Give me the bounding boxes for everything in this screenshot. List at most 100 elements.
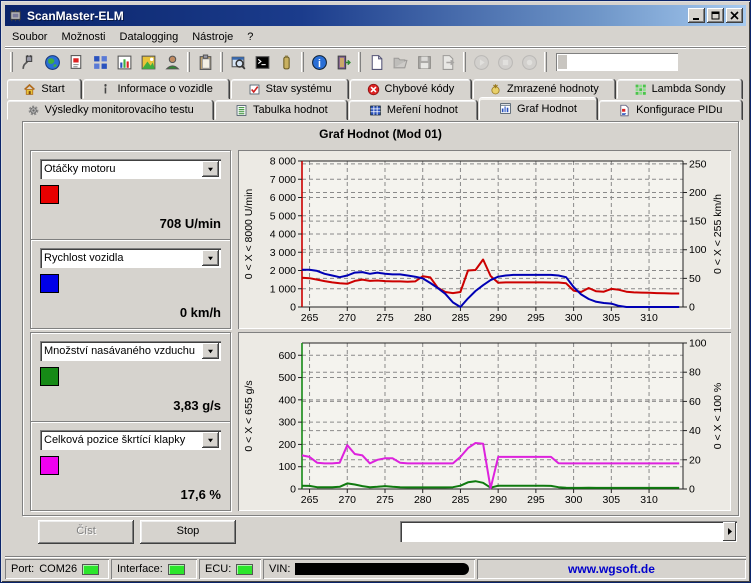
- chevron-down-icon[interactable]: [202, 432, 219, 448]
- chart-svg: 01 0002 0003 0004 0005 0006 0007 0008 00…: [240, 152, 729, 327]
- menu-bar: SouborMožnostiDataloggingNástroje?: [5, 28, 746, 47]
- tab-label: Konfigurace PIDu: [636, 104, 722, 116]
- info-circle-toolbar-button[interactable]: i: [307, 51, 331, 74]
- svg-text:270: 270: [339, 494, 357, 506]
- search-toolbar-button[interactable]: [226, 51, 250, 74]
- svg-text:275: 275: [376, 494, 394, 506]
- tab-graf-hodnot[interactable]: Graf Hodnot: [479, 97, 596, 120]
- battery-toolbar-button[interactable]: [274, 51, 298, 74]
- chevron-down-icon[interactable]: [202, 343, 219, 359]
- minimize-button[interactable]: [688, 8, 705, 23]
- status-ecu-panel: ECU:: [199, 559, 261, 579]
- status-bar: Port: COM26 Interface: ECU: VIN: www.wgs…: [5, 556, 746, 579]
- chart-bottom-panel: 0100200300400500600020406080100265270275…: [238, 332, 731, 511]
- toolbar-separator: [220, 52, 223, 72]
- parameter-value: 0 km/h: [40, 305, 221, 322]
- read-button[interactable]: Číst: [38, 520, 134, 544]
- svg-text:295: 295: [527, 494, 545, 506]
- tab-label: Výsledky monitorovacího testu: [45, 104, 194, 116]
- svg-text:0: 0: [290, 302, 296, 314]
- series-color-swatch: [40, 367, 59, 386]
- svg-text:310: 310: [640, 494, 658, 506]
- svg-text:0 < X < 100 %: 0 < X < 100 %: [712, 383, 724, 450]
- svg-text:270: 270: [339, 312, 357, 324]
- menu-item-datalogging[interactable]: Datalogging: [113, 29, 186, 45]
- chevron-down-icon[interactable]: [202, 250, 219, 266]
- error-icon: [367, 83, 380, 96]
- graph-scrollbar[interactable]: [400, 521, 737, 542]
- toolbar-separator: [358, 52, 361, 72]
- parameter-section-4: Celková pozice škrtící klapky17,6 %: [31, 421, 230, 510]
- picture-toolbar-button[interactable]: [136, 51, 160, 74]
- table-icon: [369, 104, 382, 117]
- parameter-value: 708 U/min: [40, 216, 221, 233]
- port-value: COM26: [39, 563, 77, 575]
- website-link[interactable]: www.wgsoft.de: [568, 562, 655, 576]
- tab-start[interactable]: Start: [7, 79, 81, 99]
- tab-zmrazené-hodnoty[interactable]: Zmrazené hodnoty: [473, 79, 616, 99]
- tab-lambda-sondy[interactable]: Lambda Sondy: [617, 79, 742, 99]
- pid-select-3[interactable]: Množství nasávaného vzduchu: [40, 341, 221, 361]
- svg-text:50: 50: [689, 273, 701, 285]
- svg-text:4 000: 4 000: [270, 229, 296, 241]
- tab-tabulka-hodnot[interactable]: Tabulka hodnot: [215, 100, 347, 120]
- progress-chunk: [558, 55, 567, 69]
- stop-button[interactable]: Stop: [140, 520, 236, 544]
- window-title: ScanMaster-ELM: [27, 9, 686, 23]
- export-toolbar-button: [436, 51, 460, 74]
- vehicle-info-toolbar-button[interactable]: [64, 51, 88, 74]
- user-toolbar-button[interactable]: [160, 51, 184, 74]
- svg-text:300: 300: [565, 494, 583, 506]
- close-button[interactable]: [726, 8, 743, 23]
- tab-stav-systému[interactable]: Stav systému: [231, 79, 348, 99]
- info-i-icon: i: [99, 83, 112, 96]
- menu-item-soubor[interactable]: Soubor: [5, 29, 54, 45]
- pid-select-2[interactable]: Rychlost vozidla: [40, 248, 221, 268]
- svg-text:7 000: 7 000: [270, 174, 296, 186]
- menu-item-n-stroje[interactable]: Nástroje: [185, 29, 240, 45]
- menu-item-mo-nosti[interactable]: Možnosti: [54, 29, 112, 45]
- tab-meření-hodnot[interactable]: Meření hodnot: [349, 100, 477, 120]
- tab-výsledky-monitorovacího-testu[interactable]: Výsledky monitorovacího testu: [7, 100, 213, 120]
- pid-select-1[interactable]: Otáčky motoru: [40, 159, 221, 179]
- svg-text:310: 310: [640, 312, 658, 324]
- clipboard-toolbar-button[interactable]: [193, 51, 217, 74]
- status-interface-panel: Interface:: [111, 559, 197, 579]
- pid-select-4[interactable]: Celková pozice škrtící klapky: [40, 430, 221, 450]
- port-label: Port:: [11, 563, 34, 575]
- connect-toolbar-button[interactable]: [16, 51, 40, 74]
- home-icon: [23, 83, 36, 96]
- svg-text:305: 305: [603, 494, 621, 506]
- globe-toolbar-button[interactable]: [40, 51, 64, 74]
- maximize-button[interactable]: [707, 8, 724, 23]
- tab-informace-o-vozidle[interactable]: iInformace o vozidle: [83, 79, 229, 99]
- scroll-right-button[interactable]: [723, 522, 736, 541]
- tab-label: Chybové kódy: [385, 83, 455, 95]
- svg-text:285: 285: [452, 494, 470, 506]
- svg-text:290: 290: [489, 494, 507, 506]
- series-color-swatch: [40, 456, 59, 475]
- toolbar-separator: [463, 52, 466, 72]
- tab-label: Stav systému: [266, 83, 332, 95]
- chart-toolbar-button[interactable]: [112, 51, 136, 74]
- parameter-section-1: Otáčky motoru 708 U/min: [31, 151, 230, 239]
- exit-toolbar-button[interactable]: [331, 51, 355, 74]
- new-file-toolbar-button[interactable]: [364, 51, 388, 74]
- svg-text:200: 200: [278, 439, 296, 451]
- svg-text:600: 600: [278, 350, 296, 362]
- svg-text:80: 80: [689, 367, 701, 379]
- tab-label: Zmrazené hodnoty: [507, 83, 599, 95]
- menu-item--[interactable]: ?: [240, 29, 260, 45]
- terminal-toolbar-button[interactable]: [250, 51, 274, 74]
- toolbar: i: [5, 47, 746, 76]
- svg-text:3 000: 3 000: [270, 247, 296, 259]
- svg-text:100: 100: [689, 338, 707, 350]
- tab-chybové-kódy[interactable]: Chybové kódy: [350, 79, 471, 99]
- chevron-down-icon[interactable]: [202, 161, 219, 177]
- tab-label: Lambda Sondy: [652, 83, 726, 95]
- app-window: ScanMaster-ELM SouborMožnostiDatalogging…: [0, 0, 751, 583]
- system-status-toolbar-button[interactable]: [88, 51, 112, 74]
- toolbar-separator: [544, 52, 547, 72]
- svg-text:i: i: [104, 84, 107, 95]
- tab-konfigurace-pidu[interactable]: Konfigurace PIDu: [599, 100, 742, 120]
